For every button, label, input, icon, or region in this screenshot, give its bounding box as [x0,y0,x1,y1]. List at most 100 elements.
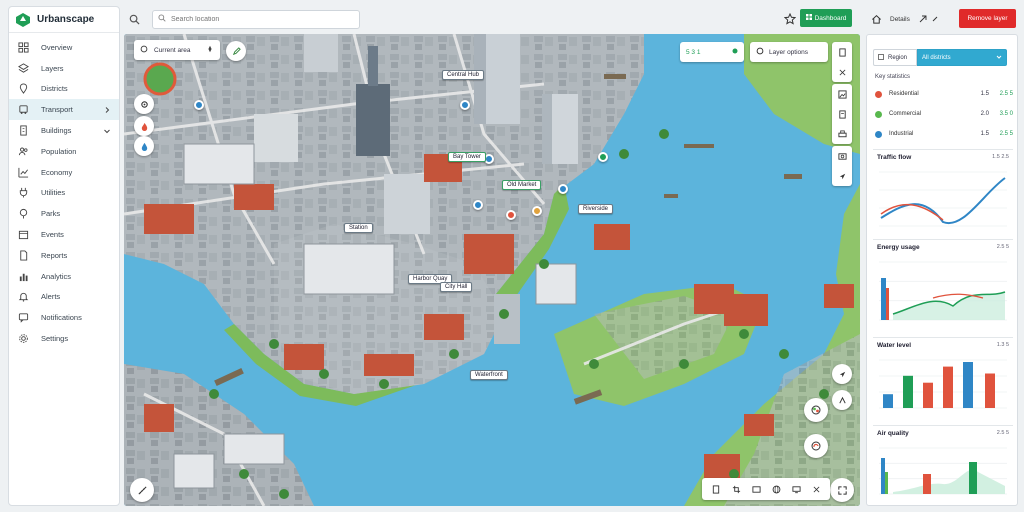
weather-icon[interactable] [804,434,828,458]
top-bar: Dashboard [124,6,860,32]
map-pin-icon[interactable] [598,152,608,162]
locate-icon[interactable] [134,94,154,114]
map-pin-icon[interactable] [473,200,483,210]
building-icon[interactable] [832,42,852,62]
sidebar-item-parks[interactable]: Parks [9,203,119,224]
sidebar-item-label: Alerts [41,292,61,302]
edit-icon[interactable] [226,41,246,61]
sidebar-item-label: Buildings [41,126,72,136]
checkbox-icon [878,53,884,62]
sidebar-item-overview[interactable]: Overview [9,37,119,58]
chart-card[interactable]: Water level 1.3 5 [873,337,1013,419]
breadcrumb[interactable]: Details [890,16,910,23]
map-label[interactable]: Old Market [502,180,542,190]
route-icon[interactable] [832,390,852,410]
sidebar-item-settings[interactable]: Settings [9,328,119,349]
map-tools-top [832,42,852,82]
home-icon[interactable] [866,9,886,29]
sidebar-item-population[interactable]: Population [9,141,119,162]
sidebar-item-transport[interactable]: Transport [9,99,119,121]
right-panel-header: Details Remove layer [866,6,1018,32]
gear-icon [17,333,29,345]
location-arrow-icon[interactable] [832,364,852,384]
image-icon[interactable] [832,84,852,104]
search-field[interactable] [152,9,360,29]
chart-card[interactable]: Air quality 2.5 5 [873,425,1013,505]
sidebar-item-utilities[interactable]: Utilities [9,183,119,204]
region-filter-key[interactable]: Region [873,49,917,66]
map-label[interactable]: Station [344,223,373,233]
legend-row[interactable]: Residential 1.5 2.5 5 [875,89,1013,99]
close-icon[interactable] [808,481,824,497]
map-pin-icon[interactable] [506,210,516,220]
map-label[interactable]: Riverside [578,204,614,214]
legend-row[interactable]: Commercial 2.0 3.5 0 [875,109,1013,119]
remove-layer-button[interactable]: Remove layer [959,9,1016,28]
photo-icon[interactable] [832,146,852,166]
satellite-icon[interactable] [804,398,828,422]
layers-icon [17,62,29,74]
crop-icon[interactable] [728,481,744,497]
sidebar-item-reports[interactable]: Reports [9,245,119,266]
gallery-icon[interactable] [748,481,764,497]
map-view[interactable]: Central Hub Bay Tower Old Market Riversi… [124,34,860,506]
sidebar-item-notifications[interactable]: Notifications [9,307,119,328]
fire-icon[interactable] [134,116,154,136]
sidebar-item-buildings[interactable]: Buildings [9,120,119,141]
region-select[interactable]: All districts [917,49,1007,66]
chart-card-graphic [879,171,1007,227]
sidebar-item-label: Reports [41,250,68,260]
chart-card-title: Traffic flow [877,154,912,161]
sidebar-item-alerts[interactable]: Alerts [9,287,119,308]
legend-swatch [875,110,882,118]
document-icon[interactable] [832,104,852,124]
file-icon[interactable] [708,481,724,497]
more-icon[interactable] [930,14,940,24]
print-icon[interactable] [832,124,852,144]
legend-row[interactable]: Industrial 1.5 2.5 5 [875,129,1013,139]
sidebar-item-label: Parks [41,209,61,219]
sidebar-item-districts[interactable]: Districts [9,79,119,100]
map-pin-icon[interactable] [532,206,542,216]
chart-card[interactable]: Energy usage 2.5 5 [873,239,1013,331]
map-label[interactable]: City Hall [440,282,473,292]
sidebar-nav: Overview Layers Districts Transport Building… [9,33,119,349]
share-icon[interactable] [918,14,928,24]
legend-swatch [875,90,882,98]
dashboard-button[interactable]: Dashboard [800,9,852,27]
chart-card[interactable]: Traffic flow 1.5 2.5 [873,149,1013,237]
star-icon[interactable] [780,9,800,29]
layer-count-pill[interactable]: 5 3 1 [680,42,744,62]
sidebar-item-analytics[interactable]: Analytics [9,266,119,287]
right-panel: Region All districts Key statistics Resi… [866,34,1018,506]
legend-change: 2.5 5 [999,131,1013,137]
map-label[interactable]: Waterfront [470,370,508,380]
water-drop-icon[interactable] [134,136,154,156]
sidebar-item-label: Overview [41,42,73,52]
search-icon[interactable] [124,9,144,29]
navigate-icon[interactable] [832,166,852,186]
sidebar-item-label: Districts [41,84,68,94]
close-icon[interactable] [832,62,852,82]
legend-value: 1.5 [980,131,989,137]
sidebar-item-economy[interactable]: Economy [9,162,119,183]
map-label[interactable]: Central Hub [442,70,485,80]
layer-options-pill[interactable]: Layer options [750,42,828,62]
measure-icon[interactable] [130,478,154,502]
map-pin-icon[interactable] [558,184,568,194]
search-input[interactable] [171,15,341,23]
sidebar-item-layers[interactable]: Layers [9,58,119,79]
sidebar-item-events[interactable]: Events [9,224,119,245]
legend-name: Industrial [889,131,914,137]
map-pin-icon[interactable] [194,100,204,110]
current-area-pill[interactable]: Current area [134,40,220,60]
fullscreen-icon[interactable] [830,478,854,502]
brand[interactable]: Urbanscape [9,7,119,33]
chevron-right-icon [103,106,111,114]
sidebar-item-label: Notifications [41,313,82,323]
map-bottom-toolbar [702,478,830,500]
map-pin-icon[interactable] [460,100,470,110]
map-label[interactable]: Bay Tower [448,152,486,162]
screen-icon[interactable] [788,481,804,497]
globe-icon[interactable] [768,481,784,497]
